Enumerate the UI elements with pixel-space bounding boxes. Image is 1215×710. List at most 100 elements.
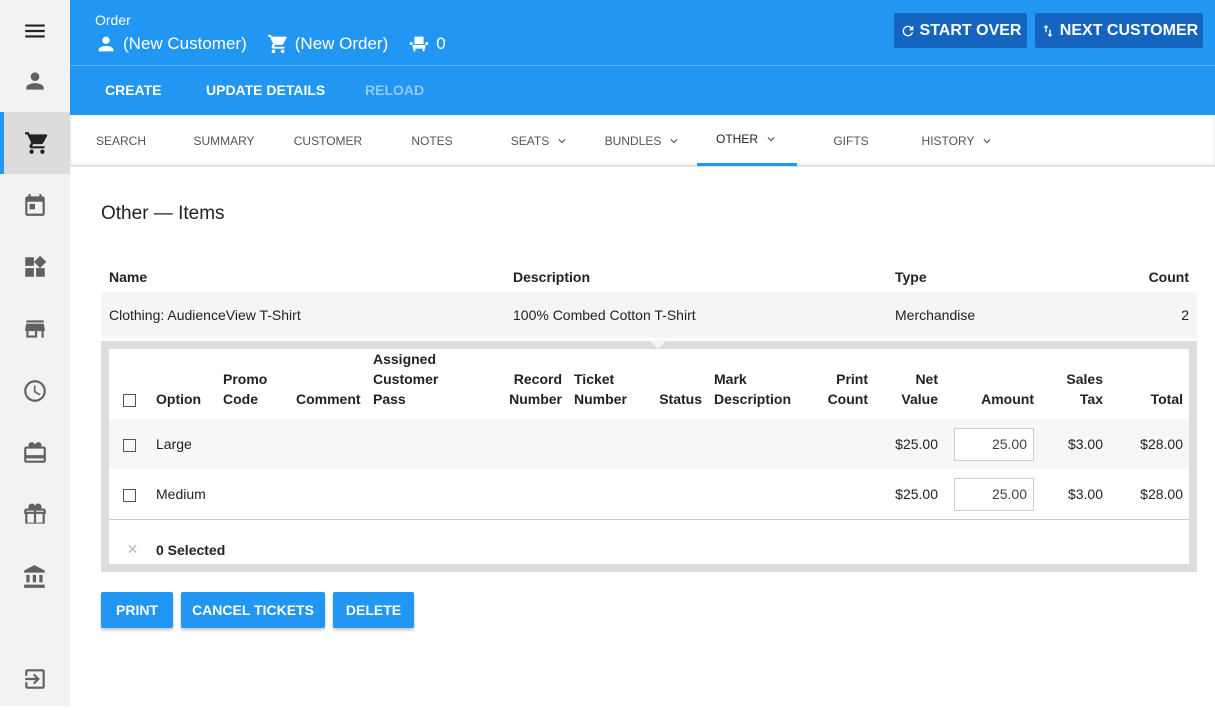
tab-label: BUNDLES — [604, 133, 662, 148]
item-type: Merchandise — [895, 307, 976, 323]
col-sales-tax: Sales Tax — [1066, 371, 1103, 407]
chevron-down-icon — [767, 137, 775, 142]
swap-vertical-icon — [1043, 24, 1053, 37]
next-customer-button[interactable]: NEXT CUSTOMER — [1035, 13, 1203, 48]
col-print-count: Print Count — [827, 371, 868, 407]
tab-gifts[interactable]: GIFTS — [815, 115, 887, 166]
item-detail-panel: Option Promo Code Comment Assigned Custo… — [101, 340, 1197, 572]
col-ticket-number: Ticket Number — [574, 371, 627, 407]
person-icon — [26, 72, 44, 90]
sidebar-item-calendar[interactable] — [0, 174, 70, 236]
table-row[interactable]: Large $25.00 $3.00 $28.00 — [109, 419, 1189, 469]
header-title: Order — [95, 12, 131, 28]
col-option: Option — [156, 391, 202, 407]
selection-footer: ✕ 0 Selected — [109, 519, 1189, 579]
col-promo-code: Promo Code — [223, 371, 268, 407]
select-all-checkbox[interactable] — [123, 393, 136, 407]
col-description: Description — [513, 269, 591, 285]
bank-icon — [24, 565, 45, 588]
tab-notes[interactable]: NOTES — [390, 115, 474, 166]
chevron-down-icon — [983, 138, 991, 143]
amount-input[interactable] — [954, 477, 1034, 511]
menu-icon — [25, 24, 45, 38]
calendar-icon — [25, 194, 45, 216]
order-info: (New Customer) (New Order) 0 — [95, 33, 446, 55]
sidebar-item-store[interactable] — [0, 298, 70, 360]
create-button[interactable]: CREATE — [105, 82, 162, 98]
col-mark-description: Mark Description — [714, 371, 792, 407]
tab-label: OTHER — [716, 132, 758, 146]
tab-summary[interactable]: SUMMARY — [178, 115, 270, 166]
person-icon — [98, 36, 114, 52]
total: $28.00 — [1140, 486, 1183, 502]
detail-table: Option Promo Code Comment Assigned Custo… — [109, 349, 1189, 519]
tab-label: HISTORY — [921, 133, 975, 148]
ticket-icon — [24, 442, 46, 463]
seat-icon — [410, 36, 429, 52]
cart-icon — [267, 34, 287, 54]
item-name: Clothing: AudienceView T-Shirt — [109, 307, 301, 323]
cart-icon — [25, 132, 48, 154]
col-name: Name — [109, 269, 148, 285]
sidebar-item-history[interactable] — [0, 360, 70, 422]
sidebar-item-widgets[interactable] — [0, 236, 70, 298]
table-row[interactable]: Clothing: AudienceView T-Shirt 100% Comb… — [101, 292, 1197, 338]
page-title: Other — Items — [101, 203, 225, 224]
order-number[interactable]: (New Order) — [295, 34, 389, 54]
clear-selection-icon[interactable]: ✕ — [109, 541, 156, 558]
tab-customer[interactable]: CUSTOMER — [280, 115, 376, 166]
sales-tax: $3.00 — [1067, 486, 1103, 502]
tab-bar: SEARCH SUMMARY CUSTOMER NOTES SEATS BUND… — [70, 115, 1215, 167]
sales-tax: $3.00 — [1040, 419, 1109, 469]
col-assigned-pass: Assigned Customer Pass — [373, 351, 439, 407]
header: Order (New Customer) (New Order) 0 START… — [70, 0, 1215, 115]
sidebar-item-order[interactable] — [0, 112, 70, 174]
col-count: Count — [1148, 269, 1189, 285]
caret — [649, 340, 667, 349]
gift-icon — [24, 503, 46, 524]
sidebar-item-tickets[interactable] — [0, 422, 70, 484]
next-customer-label: NEXT CUSTOMER — [1059, 21, 1199, 39]
selected-count: 0 Selected — [156, 541, 226, 558]
divider — [70, 65, 1215, 66]
items-table: Name Description Type Count Clothing: Au… — [101, 262, 1197, 338]
store-icon — [25, 320, 45, 338]
chevron-down-icon — [670, 138, 678, 143]
seat-count: 0 — [436, 34, 446, 53]
print-button[interactable]: PRINT — [101, 592, 173, 628]
net-value: $25.00 — [874, 419, 944, 469]
reload-button[interactable]: RELOAD — [365, 82, 424, 98]
tab-history[interactable]: HISTORY — [915, 115, 1001, 166]
tab-seats[interactable]: SEATS — [500, 115, 580, 166]
option: Large — [150, 419, 217, 469]
amount-input[interactable] — [954, 427, 1034, 461]
exit-icon — [25, 669, 45, 689]
sidebar-item-bank[interactable] — [0, 546, 70, 608]
update-details-button[interactable]: UPDATE DETAILS — [206, 82, 325, 98]
table-row[interactable]: Medium $25.00 $3.00 $28.00 — [109, 469, 1189, 519]
widgets-icon — [25, 255, 47, 277]
start-over-label: START OVER — [919, 21, 1022, 39]
sidebar-item-customer[interactable] — [0, 50, 70, 112]
cancel-tickets-button[interactable]: CANCEL TICKETS — [181, 592, 325, 628]
clock-icon — [24, 380, 46, 402]
sidebar-item-gifts[interactable] — [0, 484, 70, 546]
row-checkbox[interactable] — [123, 488, 136, 502]
tab-other[interactable]: OTHER — [697, 115, 797, 166]
delete-button[interactable]: DELETE — [333, 592, 414, 628]
table-header: Name Description Type Count — [101, 262, 1197, 292]
row-checkbox[interactable] — [123, 438, 136, 452]
col-total: Total — [1150, 391, 1183, 407]
logout-button[interactable] — [0, 648, 70, 710]
net-value: $25.00 — [895, 486, 938, 502]
tab-bundles[interactable]: BUNDLES — [600, 115, 686, 166]
total: $28.00 — [1109, 419, 1189, 469]
tab-label: SEATS — [510, 133, 550, 148]
start-over-button[interactable]: START OVER — [894, 13, 1027, 48]
customer-name[interactable]: (New Customer) — [123, 34, 247, 54]
col-record-number: Record Number — [509, 371, 562, 407]
tab-search[interactable]: SEARCH — [70, 115, 172, 166]
item-description: 100% Combed Cotton T-Shirt — [513, 307, 696, 323]
chevron-down-icon — [558, 138, 566, 143]
sidebar — [0, 0, 70, 706]
